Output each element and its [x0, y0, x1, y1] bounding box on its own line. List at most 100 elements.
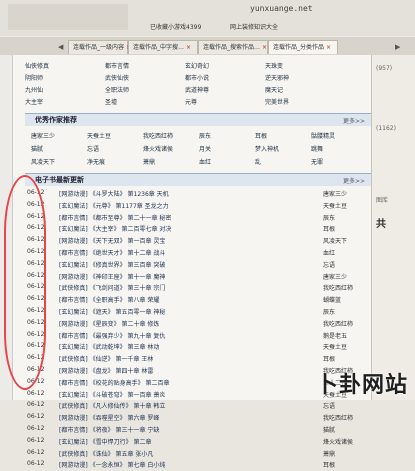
update-row[interactable]: 06-12 [玄幻魔法] 《遮天》 第五百零一章 神秘 辰东	[25, 306, 371, 318]
update-author-link[interactable]: 天蚕土豆	[323, 201, 347, 210]
update-author-link[interactable]: 耳根	[323, 354, 335, 363]
tab-item[interactable]: 连载作品_一级内容×	[68, 40, 131, 54]
update-row[interactable]: 06-12 [玄幻魔法] 《大主宰》 第二百零七章 对决 耳根	[25, 223, 371, 235]
update-author-link[interactable]: 辰东	[323, 307, 335, 316]
bookmark-item[interactable]: 已收藏小游戏4399	[150, 22, 201, 31]
update-author-link[interactable]: 萧鼎	[323, 449, 335, 458]
update-row[interactable]: 06-12 [玄幻魔法] 《武动乾坤》 第三章 林动 天蚕土豆	[25, 341, 371, 353]
author-link[interactable]: 骷髅精灵	[311, 131, 335, 140]
update-author-link[interactable]: 唐家三少	[323, 189, 347, 198]
update-row[interactable]: 06-12 [武侠修真] 《诛仙》 第五章 张小凡 萧鼎	[25, 448, 371, 460]
top-link[interactable]: 全职法师	[105, 85, 129, 94]
update-title-link[interactable]: [都市言情] 《将夜》 第三十一章 宁缺	[59, 425, 159, 434]
update-title-link[interactable]: [玄幻魔法] 《雪中悍刀行》 第二章	[59, 437, 152, 446]
author-link[interactable]: 烽火戏诸侯	[143, 144, 173, 153]
update-author-link[interactable]: 烽火戏诸侯	[323, 437, 353, 446]
top-link[interactable]: 大主宰	[25, 97, 43, 106]
update-author-link[interactable]: 唐家三少	[323, 272, 347, 281]
close-icon[interactable]: ×	[262, 44, 267, 51]
update-title-link[interactable]: [网游动漫] 《盘龙》 第四十章 林雷	[59, 366, 153, 375]
top-link[interactable]: 魔天记	[265, 85, 283, 94]
author-link[interactable]: 辰东	[199, 131, 211, 140]
tab-scroll-right-icon[interactable]: ▶	[395, 40, 400, 54]
author-link[interactable]: 无罪	[311, 157, 323, 166]
author-link[interactable]: 乱	[255, 157, 261, 166]
author-link[interactable]: 耳根	[255, 131, 267, 140]
update-row[interactable]: 06-12 [网游动漫] 《吞噬星空》 第六章 罗峰 我吃西红柿	[25, 412, 371, 424]
update-row[interactable]: 06-12 [网游动漫] 《神印王座》 第十一章 魔神 唐家三少	[25, 271, 371, 283]
update-title-link[interactable]: [玄幻魔法] 《元尊》 第1177章 圣龙之力	[59, 201, 169, 210]
author-link[interactable]: 猫腻	[31, 144, 43, 153]
update-title-link[interactable]: [都市言情] 《都市至尊》 第二十一章 秘密	[59, 213, 171, 222]
update-title-link[interactable]: [网游动漫] 《吞噬星空》 第六章 罗峰	[59, 413, 159, 422]
update-title-link[interactable]: [玄幻魔法] 《斗破苍穹》 第一百章 萧炎	[59, 390, 165, 399]
update-row[interactable]: 06-12 [都市言情] 《最强弃少》 第九十章 复仇 鹅是老五	[25, 330, 371, 342]
author-link[interactable]: 萧鼎	[143, 157, 155, 166]
top-link[interactable]: 都市小说	[185, 73, 209, 82]
top-link[interactable]: 都市言情	[105, 61, 129, 70]
update-author-link[interactable]: 鹅是老五	[323, 331, 347, 340]
tab-item-active[interactable]: 连载作品_分类作品 ×	[268, 40, 338, 54]
top-link[interactable]: 武道神尊	[185, 85, 209, 94]
update-title-link[interactable]: [网游动漫] 《一念永恒》 第七章 白小纯	[59, 460, 165, 469]
more-link[interactable]: 更多>>	[343, 116, 365, 125]
update-title-link[interactable]: [武侠修真] 《凡人修仙传》 第十章 韩立	[59, 401, 165, 410]
top-link[interactable]: 仙侠修真	[25, 61, 49, 70]
update-title-link[interactable]: [网游动漫] 《天下无双》 第一百章 灵宝	[59, 236, 165, 245]
update-row[interactable]: 06-12 [都市言情] 《都市至尊》 第二十一章 秘密 辰东	[25, 212, 371, 224]
author-link[interactable]: 唐家三少	[31, 131, 55, 140]
update-title-link[interactable]: [网游动漫] 《斗罗大陆》 第1236章 天机	[59, 189, 169, 198]
update-row[interactable]: 06-12 [网游动漫] 《星辰变》 第二十章 修炼 我吃西红柿	[25, 318, 371, 330]
update-title-link[interactable]: [武侠修真] 《仙逆》 第一千章 王林	[59, 354, 153, 363]
more-link[interactable]: 更多>>	[343, 176, 365, 185]
update-author-link[interactable]: 我吃西红柿	[323, 283, 353, 292]
update-title-link[interactable]: [网游动漫] 《神印王座》 第十一章 魔神	[59, 272, 165, 281]
author-link[interactable]: 血红	[199, 157, 211, 166]
tab-item[interactable]: 连载作品_搜索作品… ×	[198, 40, 268, 54]
update-row[interactable]: 06-12 [武侠修真] 《飞剑问道》 第三十章 宗门 我吃西红柿	[25, 282, 371, 294]
update-row[interactable]: 06-12 [玄幻魔法] 《元尊》 第1177章 圣龙之力 天蚕土豆	[25, 200, 371, 212]
author-link[interactable]: 跳舞	[311, 144, 323, 153]
top-link[interactable]: 武侠仙侠	[105, 73, 129, 82]
update-row[interactable]: 06-12 [网游动漫] 《一念永恒》 第七章 白小纯 耳根	[25, 459, 371, 471]
update-row[interactable]: 06-12 [玄幻魔法] 《雪中悍刀行》 第二章 烽火戏诸侯	[25, 436, 371, 448]
top-link[interactable]: 九州仙	[25, 85, 43, 94]
update-author-link[interactable]: 耳根	[323, 460, 335, 469]
update-title-link[interactable]: [武侠修真] 《诛仙》 第五章 张小凡	[59, 449, 153, 458]
update-title-link[interactable]: [都市言情] 《全职高手》 第八章 荣耀	[59, 295, 159, 304]
update-author-link[interactable]: 我吃西红柿	[323, 413, 353, 422]
update-row[interactable]: 06-12 [网游动漫] 《斗罗大陆》 第1236章 天机 唐家三少	[25, 188, 371, 200]
tab-item[interactable]: 连载作品_中字搜… ×	[128, 40, 198, 54]
update-title-link[interactable]: [都市言情] 《校花的贴身高手》 第二百章	[59, 378, 170, 387]
update-row[interactable]: 06-12 [都市言情] 《绝世天才》 第十二章 战斗 血红	[25, 247, 371, 259]
sidebar-link[interactable]: 图库	[376, 195, 388, 204]
update-author-link[interactable]: 忘语	[323, 401, 335, 410]
update-row[interactable]: 06-12 [都市言情] 《将夜》 第三十一章 宁缺 猫腻	[25, 424, 371, 436]
update-author-link[interactable]: 我吃西红柿	[323, 319, 353, 328]
update-author-link[interactable]: 血红	[323, 248, 335, 257]
top-link[interactable]: 完美世界	[265, 97, 289, 106]
update-author-link[interactable]: 猫腻	[323, 425, 335, 434]
update-title-link[interactable]: [网游动漫] 《星辰变》 第二十章 修炼	[59, 319, 159, 328]
author-link[interactable]: 月关	[199, 144, 211, 153]
close-icon[interactable]: ×	[186, 44, 191, 51]
update-row[interactable]: 06-12 [武侠修真] 《仙逆》 第一千章 王林 耳根	[25, 353, 371, 365]
author-link[interactable]: 梦入神机	[255, 144, 279, 153]
top-link[interactable]: 玄幻奇幻	[185, 61, 209, 70]
update-row[interactable]: 06-12 [武侠修真] 《凡人修仙传》 第十章 韩立 忘语	[25, 400, 371, 412]
update-row[interactable]: 06-12 [网游动漫] 《天下无双》 第一百章 灵宝 风凌天下	[25, 235, 371, 247]
update-title-link[interactable]: [都市言情] 《最强弃少》 第九十章 复仇	[59, 331, 165, 340]
update-title-link[interactable]: [武侠修真] 《飞剑问道》 第三十章 宗门	[59, 283, 165, 292]
update-row[interactable]: 06-12 [玄幻魔法] 《修真世界》 第三百章 突破 忘语	[25, 259, 371, 271]
update-title-link[interactable]: [都市言情] 《绝世天才》 第十二章 战斗	[59, 248, 165, 257]
top-link[interactable]: 元尊	[185, 97, 197, 106]
update-title-link[interactable]: [玄幻魔法] 《大主宰》 第二百零七章 对决	[59, 224, 171, 233]
bookmark-item[interactable]: 网上装修知识大全	[230, 22, 278, 31]
author-link[interactable]: 天蚕土豆	[87, 131, 111, 140]
top-link[interactable]: 天珠变	[265, 61, 283, 70]
tab-scroll-left-icon[interactable]: ◀	[58, 40, 63, 54]
top-link[interactable]: 逆天邪神	[265, 73, 289, 82]
author-link[interactable]: 净无痕	[87, 157, 105, 166]
url-text[interactable]: yunxuange.net	[250, 4, 313, 13]
update-title-link[interactable]: [玄幻魔法] 《武动乾坤》 第三章 林动	[59, 342, 159, 351]
